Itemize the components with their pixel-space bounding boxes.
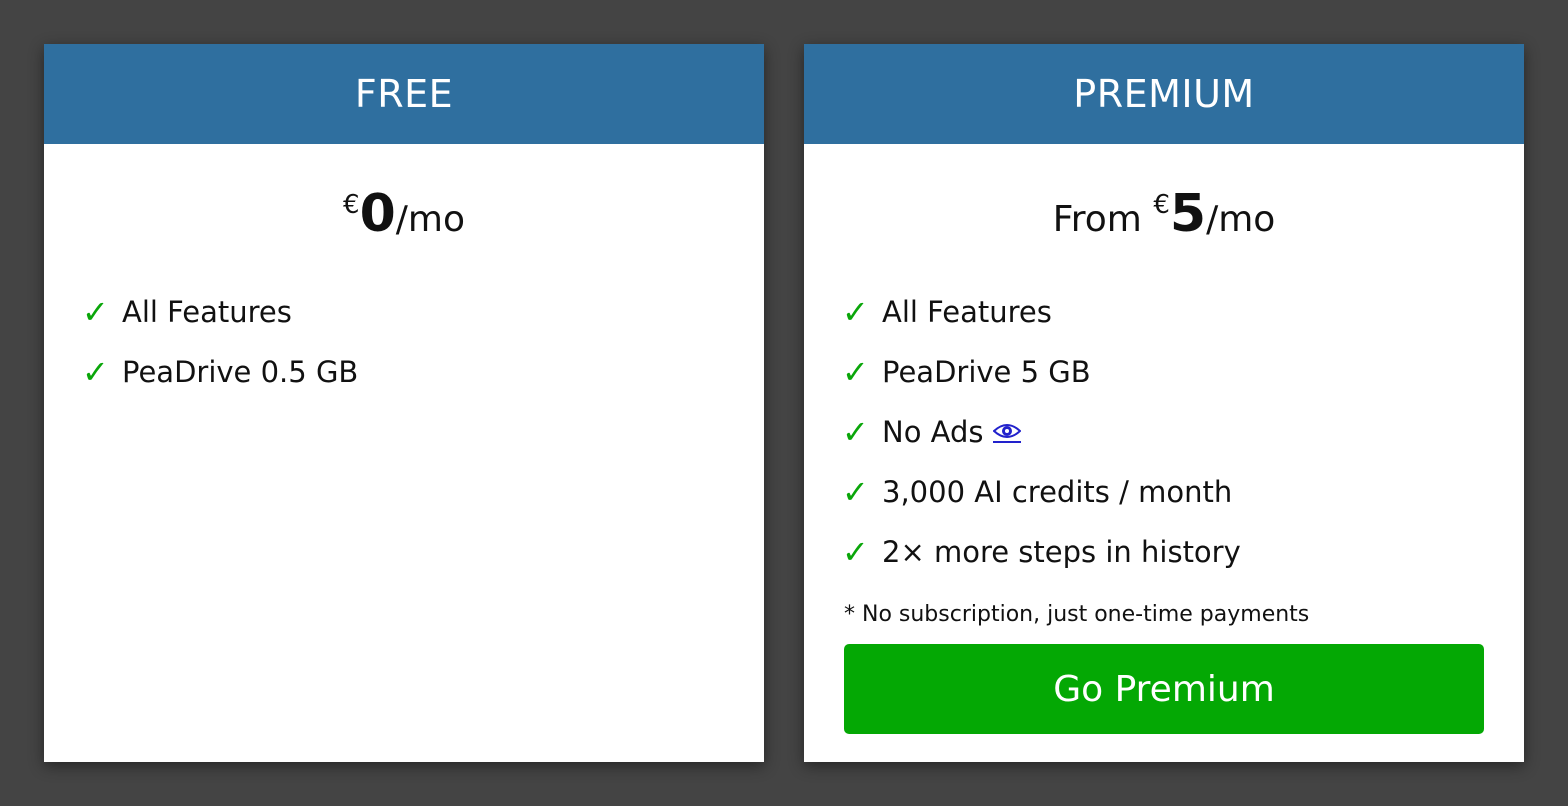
feature-label: 3,000 AI credits / month <box>882 475 1233 509</box>
check-icon: ✓ <box>842 473 869 511</box>
feature-item: ✓ All Features <box>82 282 764 342</box>
price-amount: 5 <box>1169 184 1207 244</box>
check-icon: ✓ <box>842 293 869 331</box>
feature-item: ✓ No Ads <box>842 402 1524 462</box>
payment-footnote: * No subscription, just one-time payment… <box>844 602 1310 627</box>
plan-title-premium: PREMIUM <box>804 44 1524 144</box>
feature-list-free: ✓ All Features ✓ PeaDrive 0.5 GB <box>44 282 764 402</box>
plan-price-free: €0/mo <box>44 174 764 244</box>
no-ads-info-link[interactable] <box>992 422 1021 443</box>
feature-item: ✓ All Features <box>842 282 1524 342</box>
feature-label: PeaDrive 0.5 GB <box>122 355 359 389</box>
plan-card-premium: PREMIUM From €5/mo ✓ All Features ✓ PeaD… <box>804 44 1524 762</box>
plan-title-free: FREE <box>44 44 764 144</box>
check-icon: ✓ <box>842 533 869 571</box>
check-icon: ✓ <box>82 293 109 331</box>
pricing-stage: FREE €0/mo ✓ All Features ✓ PeaDrive 0.5… <box>0 0 1568 806</box>
price-currency: € <box>1153 190 1170 220</box>
feature-label: PeaDrive 5 GB <box>882 355 1091 389</box>
price-period: /mo <box>395 199 465 240</box>
check-icon: ✓ <box>842 413 869 451</box>
price-amount: 0 <box>359 184 396 244</box>
eye-icon <box>992 423 1021 438</box>
feature-label: No Ads <box>882 415 984 449</box>
check-icon: ✓ <box>82 353 109 391</box>
price-period: /mo <box>1206 199 1276 240</box>
price-currency: € <box>343 190 360 220</box>
plan-price-premium: From €5/mo <box>804 174 1524 244</box>
feature-item: ✓ PeaDrive 5 GB <box>842 342 1524 402</box>
feature-item: ✓ 2× more steps in history <box>842 522 1524 582</box>
go-premium-button[interactable]: Go Premium <box>844 644 1484 734</box>
feature-label: All Features <box>122 295 292 329</box>
feature-item: ✓ PeaDrive 0.5 GB <box>82 342 764 402</box>
check-icon: ✓ <box>842 353 869 391</box>
feature-list-premium: ✓ All Features ✓ PeaDrive 5 GB ✓ No Ads <box>804 282 1524 582</box>
price-prefix: From <box>1052 199 1154 240</box>
plan-card-free: FREE €0/mo ✓ All Features ✓ PeaDrive 0.5… <box>44 44 764 762</box>
feature-label: All Features <box>882 295 1052 329</box>
feature-label: 2× more steps in history <box>882 535 1241 569</box>
feature-item: ✓ 3,000 AI credits / month <box>842 462 1524 522</box>
